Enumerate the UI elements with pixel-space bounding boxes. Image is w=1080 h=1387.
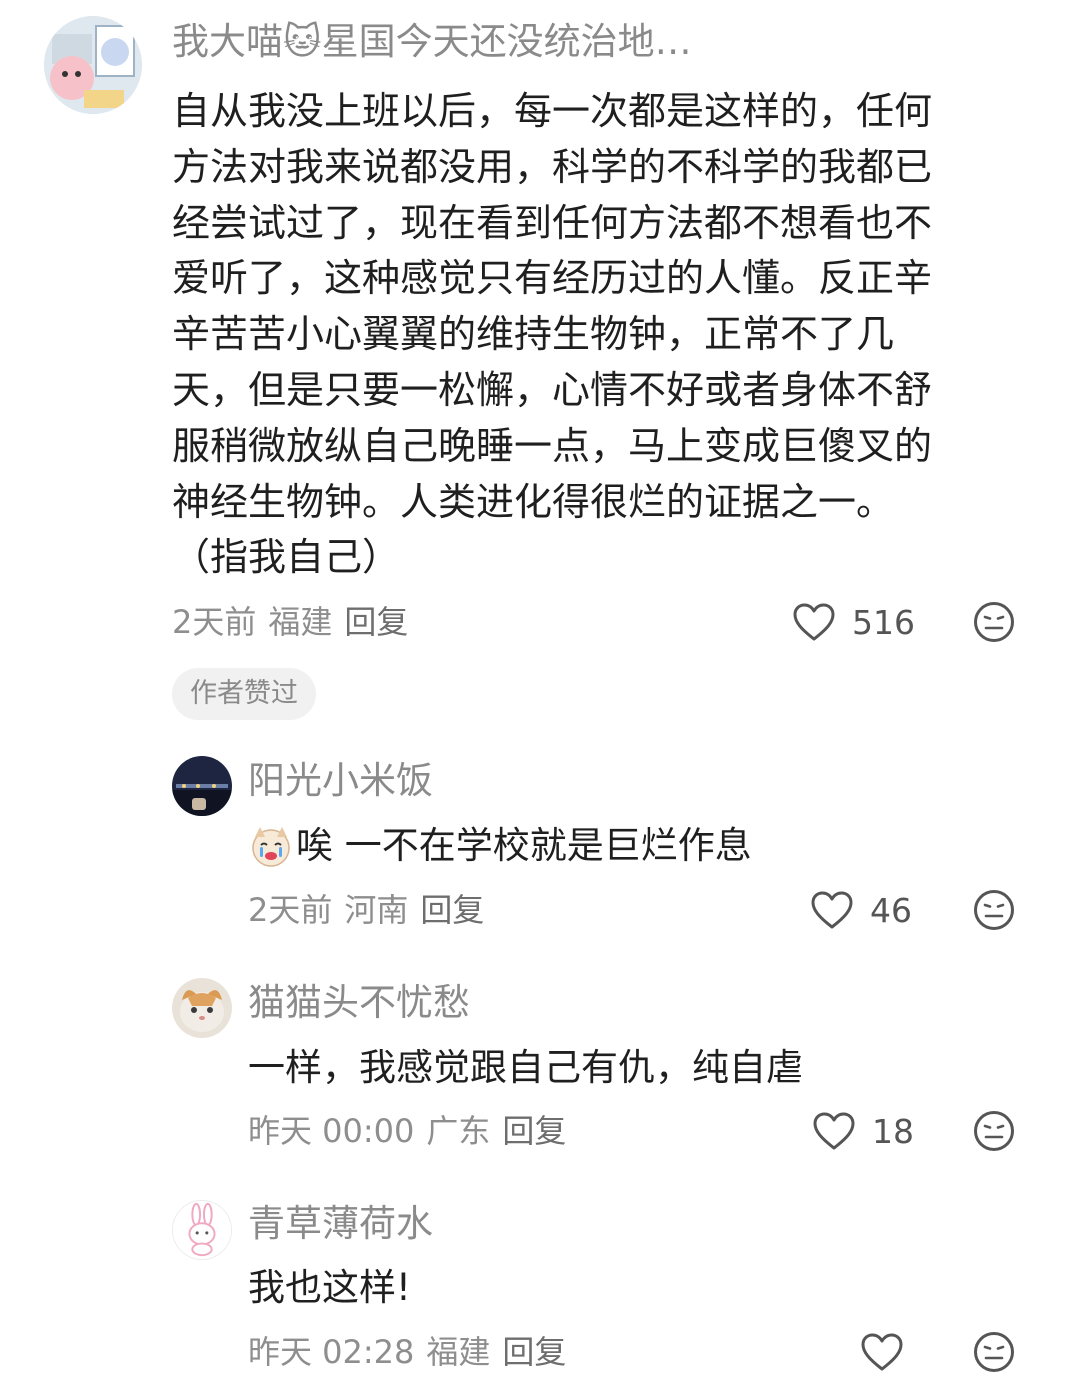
reply-username[interactable]: 青草薄荷水 [248, 1198, 433, 1250]
like-button[interactable] [860, 1330, 904, 1374]
avatar-reply[interactable] [172, 978, 232, 1038]
meh-face-icon [973, 889, 1015, 931]
comment-line: 服稍微放纵自己晚睡一点，马上变成巨傻叉的 [172, 423, 933, 468]
main-comment-meta: 2天前 福建 回复 [172, 600, 420, 644]
dislike-button[interactable] [973, 889, 1015, 931]
comment-location: 福建 [268, 603, 333, 641]
comment-time: 2天前 [248, 891, 333, 929]
heart-outline-icon [810, 890, 854, 930]
comment-location: 河南 [344, 891, 409, 929]
reply-text: 一样，我感觉跟自己有仇，纯自虐 [248, 1046, 803, 1089]
reply-button[interactable]: 回复 [502, 1333, 566, 1371]
main-comment-text: 自从我没上班以后，每一次都是这样的，任何 方法对我来说都没用，科学的不科学的我都… [172, 84, 932, 586]
like-count: 18 [872, 1111, 914, 1151]
meh-face-icon [973, 601, 1015, 643]
comment-line: 神经生物钟。人类进化得很烂的证据之一。 [172, 479, 895, 524]
heart-outline-icon [812, 1111, 856, 1151]
reply-username[interactable]: 阳光小米饭 [248, 755, 433, 807]
like-button[interactable]: 46 [810, 888, 912, 932]
main-username[interactable]: 我大喵🐱星国今天还没统治地… [172, 18, 692, 66]
like-button[interactable]: 516 [792, 600, 915, 644]
avatar-main[interactable] [44, 16, 142, 114]
reply-meta: 昨天 00:00 广东 回复 [248, 1109, 578, 1153]
like-count: 46 [870, 890, 912, 930]
comment-line: 方法对我来说都没用，科学的不科学的我都已 [172, 144, 933, 189]
reply-text-content: 唉 一不在学校就是巨烂作息 [296, 824, 752, 867]
reply-button[interactable]: 回复 [502, 1112, 566, 1150]
meh-face-icon [973, 1110, 1015, 1152]
author-liked-badge: 作者赞过 [172, 668, 316, 720]
like-count: 516 [852, 602, 915, 642]
comment-time: 2天前 [172, 603, 257, 641]
reply-username[interactable]: 猫猫头不忧愁 [248, 977, 470, 1029]
comment-location: 广东 [426, 1112, 491, 1150]
reply-meta: 2天前 河南 回复 [248, 888, 496, 932]
dislike-button[interactable] [973, 1331, 1015, 1373]
avatar-reply[interactable] [172, 756, 232, 816]
avatar-reply[interactable] [172, 1200, 232, 1260]
comment-location: 福建 [426, 1333, 491, 1371]
reply-text: 我也这样! [248, 1266, 411, 1309]
reply-button[interactable]: 回复 [420, 891, 484, 929]
comment-time: 昨天 00:00 [248, 1112, 415, 1150]
comment-time: 昨天 02:28 [248, 1333, 415, 1371]
comment-line: 天，但是只要一松懈，心情不好或者身体不舒 [172, 367, 933, 412]
comment-line: 自从我没上班以后，每一次都是这样的，任何 [172, 89, 933, 133]
heart-outline-icon [860, 1332, 904, 1372]
reply-button[interactable]: 回复 [344, 603, 408, 641]
heart-outline-icon [792, 602, 836, 642]
crying-dog-emoji-icon [248, 823, 294, 869]
comment-line: （指我自己） [172, 535, 401, 580]
meh-face-icon [973, 1331, 1015, 1373]
comment-line: 经尝试过了，现在看到任何方法都不想看也不 [172, 200, 933, 245]
reply-meta: 昨天 02:28 福建 回复 [248, 1330, 578, 1374]
like-button[interactable]: 18 [812, 1109, 914, 1153]
dislike-button[interactable] [973, 1110, 1015, 1152]
comment-line: 爱听了，这种感觉只有经历过的人懂。反正辛 [172, 256, 933, 301]
reply-text: 唉 一不在学校就是巨烂作息 [248, 820, 752, 872]
comment-line: 辛苦苦小心翼翼的维持生物钟，正常不了几 [172, 312, 895, 357]
dislike-button[interactable] [973, 601, 1015, 643]
